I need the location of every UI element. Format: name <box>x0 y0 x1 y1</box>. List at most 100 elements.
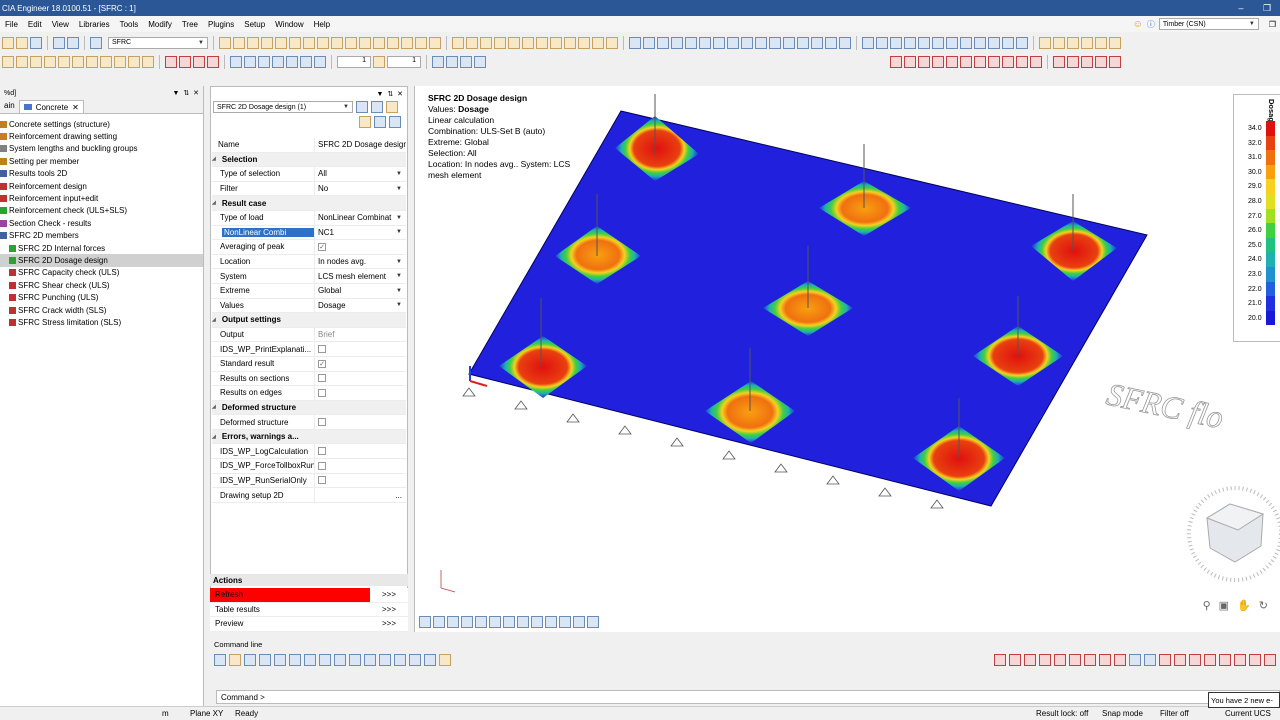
property-checkbox[interactable] <box>314 444 406 459</box>
tree-item[interactable]: SFRC 2D Dosage design <box>0 254 203 267</box>
property-checkbox[interactable] <box>314 459 406 473</box>
snap-mode-icon[interactable] <box>1219 654 1231 666</box>
render-icon[interactable] <box>890 55 902 68</box>
checkbox-icon[interactable] <box>318 476 326 485</box>
notification-popup[interactable]: You have 2 new e- <box>1208 692 1280 708</box>
checkbox-icon[interactable] <box>318 447 326 456</box>
snap-mode-icon[interactable] <box>1234 654 1246 666</box>
action-preview[interactable]: Preview >>> <box>210 617 408 632</box>
property-button[interactable]: ... <box>314 488 406 502</box>
snap-icon[interactable] <box>439 654 451 666</box>
status-filter[interactable]: Filter off <box>1160 709 1189 718</box>
structure-tool-icon[interactable] <box>219 36 231 49</box>
view-tool-icon[interactable] <box>876 36 888 49</box>
dropdown-icon[interactable]: ▼ <box>173 90 180 97</box>
zoom-icon[interactable] <box>755 36 767 49</box>
snap-mode-icon[interactable] <box>1174 654 1186 666</box>
snap-mode-icon[interactable] <box>1114 654 1126 666</box>
property-row[interactable]: Values Dosage ▼ <box>212 298 406 314</box>
menu-modify[interactable]: Modify <box>143 20 177 29</box>
collapse-icon[interactable]: ◢ <box>212 404 216 410</box>
close-tab-icon[interactable]: ✕ <box>72 103 79 112</box>
pointer-icon[interactable] <box>214 654 226 666</box>
copy-icon[interactable] <box>230 55 242 68</box>
property-checkbox[interactable] <box>314 371 406 386</box>
view-option-icon[interactable] <box>433 616 445 628</box>
smiley-icon[interactable]: ☺ <box>1133 19 1143 30</box>
menu-help[interactable]: Help <box>309 20 335 29</box>
zoom-icon[interactable] <box>811 36 823 49</box>
action-table-results[interactable]: Table results >>> <box>210 602 408 617</box>
help-icon[interactable]: ⓘ <box>1147 19 1155 30</box>
property-section[interactable]: ◢ Errors, warnings a... <box>212 429 406 445</box>
checkbox-icon[interactable] <box>318 345 326 354</box>
grid-tool-icon[interactable] <box>58 55 70 68</box>
print-icon[interactable] <box>1095 36 1107 49</box>
material-combo[interactable]: Timber (CSN) ▼ <box>1158 18 1259 30</box>
zoom-icon[interactable] <box>727 36 739 49</box>
zoom-icon[interactable] <box>839 36 851 49</box>
zoom-icon[interactable] <box>741 36 753 49</box>
render-icon[interactable] <box>1016 55 1028 68</box>
structure-tool-icon[interactable] <box>275 36 287 49</box>
snap-mode-icon[interactable] <box>1024 654 1036 666</box>
tree-item[interactable]: Reinforcement check (ULS+SLS) <box>0 205 203 217</box>
edit-tool-icon[interactable] <box>452 36 464 49</box>
snap-mode-icon[interactable] <box>1069 654 1081 666</box>
regenerate-icon[interactable] <box>419 616 431 628</box>
polyline-icon[interactable] <box>207 55 219 68</box>
view-cube[interactable] <box>1187 486 1280 582</box>
dropdown-icon[interactable]: ▼ <box>377 91 384 98</box>
zoom-icon[interactable] <box>825 36 837 49</box>
property-row[interactable]: Type of load NonLinear Combinat ▼ <box>212 210 406 226</box>
snap-mode-icon[interactable] <box>1189 654 1201 666</box>
copy-icon[interactable] <box>244 55 256 68</box>
collapse-icon[interactable]: ◢ <box>212 434 216 440</box>
view-tool-icon[interactable] <box>960 36 972 49</box>
snap-icon[interactable] <box>394 654 406 666</box>
property-combo[interactable]: In nodes avg. ▼ <box>314 254 406 269</box>
grid-snap-icon[interactable] <box>1129 654 1141 666</box>
step-spinner[interactable]: 1 <box>387 55 421 68</box>
render-icon[interactable] <box>988 55 1000 68</box>
snap-icon[interactable] <box>259 654 271 666</box>
grid-tool-icon[interactable] <box>44 55 56 68</box>
tree-item[interactable]: Reinforcement drawing setting <box>0 130 203 142</box>
restore-doc-button[interactable]: ❐ <box>1269 20 1276 29</box>
action-refresh[interactable]: Refresh >>> <box>210 588 408 603</box>
snap-icon[interactable] <box>289 654 301 666</box>
view-tool-icon[interactable] <box>932 36 944 49</box>
rotate-icon[interactable]: ↻ <box>1259 599 1268 612</box>
grid-tool-icon[interactable] <box>30 55 42 68</box>
view-option-icon[interactable] <box>587 616 599 628</box>
pencil-icon[interactable] <box>229 654 241 666</box>
tree-item[interactable]: Concrete settings (structure) <box>0 118 203 130</box>
new-icon[interactable] <box>16 36 28 49</box>
structure-tool-icon[interactable] <box>401 36 413 49</box>
property-row[interactable]: Deformed structure <box>212 415 406 430</box>
copy-icon[interactable] <box>258 55 270 68</box>
menu-view[interactable]: View <box>47 20 74 29</box>
view-option-icon[interactable] <box>545 616 557 628</box>
save-icon[interactable] <box>30 36 42 49</box>
snap-icon[interactable] <box>319 654 331 666</box>
close-icon[interactable]: ✕ <box>193 90 199 97</box>
grid-tool-icon[interactable] <box>128 55 140 68</box>
tree-item[interactable]: Section Check - results <box>0 217 203 229</box>
structure-tool-icon[interactable] <box>345 36 357 49</box>
structure-tool-icon[interactable] <box>387 36 399 49</box>
view-tool-icon[interactable] <box>918 36 930 49</box>
snap-icon[interactable] <box>244 654 256 666</box>
snap-icon[interactable] <box>379 654 391 666</box>
select-icon[interactable] <box>460 55 472 68</box>
structure-tool-icon[interactable] <box>415 36 427 49</box>
snap-mode-icon[interactable] <box>1054 654 1066 666</box>
edit-tool-icon[interactable] <box>522 36 534 49</box>
view-option-icon[interactable] <box>531 616 543 628</box>
snap-mode-icon[interactable] <box>1249 654 1261 666</box>
property-section[interactable]: ◢ Deformed structure <box>212 400 406 416</box>
redo-icon[interactable] <box>67 36 79 49</box>
snap-icon[interactable] <box>349 654 361 666</box>
property-section[interactable]: ◢ Selection <box>212 152 406 168</box>
render-icon[interactable] <box>1030 55 1042 68</box>
